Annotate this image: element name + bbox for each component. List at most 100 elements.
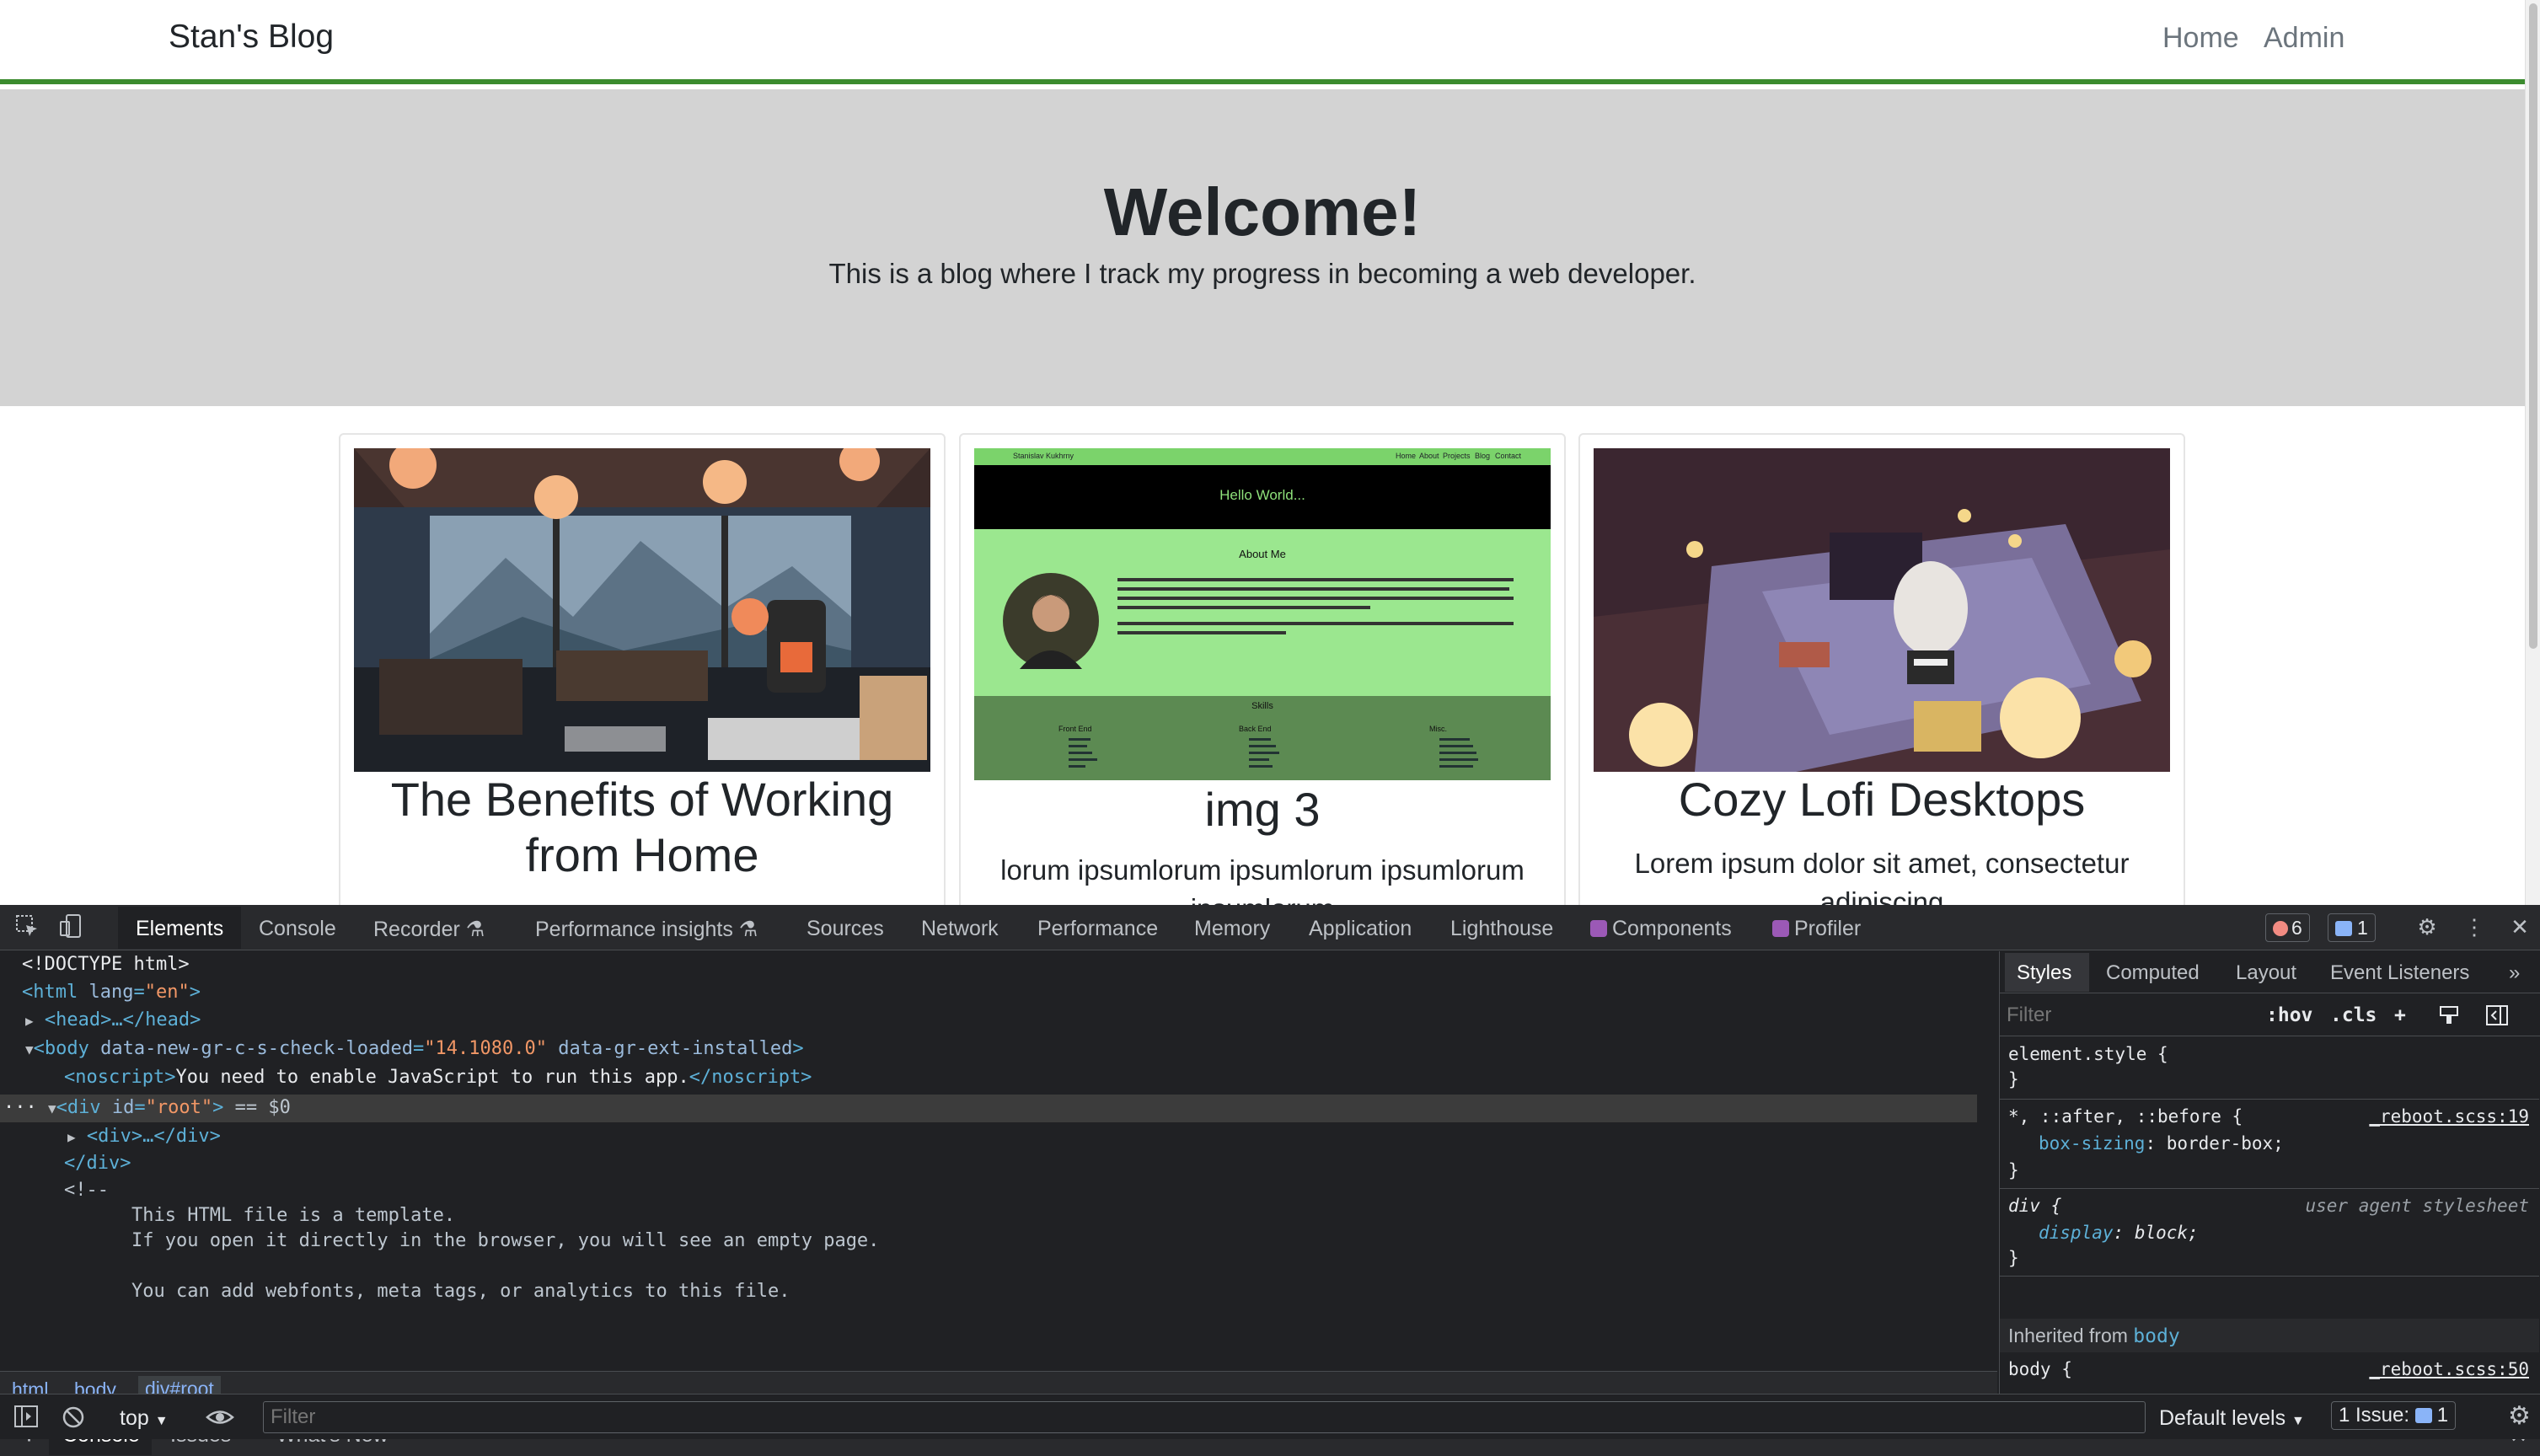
collapse-triangle-icon[interactable]: ▼ xyxy=(25,1041,34,1057)
class-toggle-button[interactable]: .cls xyxy=(2330,1004,2377,1026)
style-rule-element-style[interactable]: element.style { } xyxy=(2000,1037,2539,1100)
comment-open: <!-- xyxy=(64,1180,109,1201)
tab-sources[interactable]: Sources xyxy=(806,917,884,941)
hover-state-button[interactable]: :hov xyxy=(2266,1004,2312,1026)
elements-dom-tree: <!DOCTYPE html> <html lang="en"> ▶ <head… xyxy=(0,951,1980,1371)
tab-performance-insights[interactable]: Performance insights ⚗ xyxy=(535,917,758,942)
dom-child-div-node[interactable]: ▶ <div>…</div> xyxy=(67,1123,221,1150)
live-expression-eye-icon[interactable] xyxy=(206,1405,234,1434)
message-count-badge[interactable]: 1 xyxy=(2328,913,2376,942)
context-value: top xyxy=(120,1406,149,1430)
add-rule-icon[interactable]: + xyxy=(2394,1004,2406,1026)
flask-icon: ⚗ xyxy=(738,918,758,941)
tab-elements[interactable]: Elements xyxy=(136,917,223,941)
more-tabs-chevron-icon[interactable]: » xyxy=(2509,961,2520,985)
dom-comment-line-1: This HTML file is a template. xyxy=(131,1202,455,1229)
hero-title: Welcome! xyxy=(1103,174,1422,249)
collapse-triangle-icon[interactable]: ▼ xyxy=(48,1100,56,1116)
issues-label: 1 Issue: xyxy=(2339,1404,2410,1427)
context-selector[interactable]: top ▼ xyxy=(120,1406,169,1431)
rule-3-close: } xyxy=(2008,1248,2019,1268)
tab-performance[interactable]: Performance xyxy=(1037,917,1158,941)
devtools-tabbar: Elements Console Recorder ⚗ Performance … xyxy=(0,905,2540,950)
screenshot-skill-col-3: Misc. xyxy=(1429,725,1447,733)
console-settings-gear-icon[interactable]: ⚙ xyxy=(2508,1401,2531,1431)
error-count: 6 xyxy=(2291,917,2302,939)
brand-logo[interactable]: Stan's Blog xyxy=(169,19,334,56)
tab-lighthouse[interactable]: Lighthouse xyxy=(1450,917,1553,941)
tab-components[interactable]: Components xyxy=(1590,917,1732,941)
html-open-tag: <html xyxy=(22,982,78,1003)
page-scrollbar-thumb[interactable] xyxy=(2529,3,2537,649)
dom-html-node[interactable]: <html lang="en"> xyxy=(22,979,201,1006)
body-attr-1: data-new-gr-c-s-check-loaded xyxy=(100,1038,413,1059)
rule-2-value: border-box; xyxy=(2166,1133,2284,1154)
ellipsis-icon[interactable]: ··· xyxy=(3,1097,37,1118)
expand-triangle-icon[interactable]: ▶ xyxy=(25,1013,34,1029)
tab-computed[interactable]: Computed xyxy=(2106,961,2200,985)
style-rule-universal[interactable]: *, ::after, ::before { _reboot.scss:19 b… xyxy=(2000,1100,2539,1189)
react-icon xyxy=(1772,920,1789,937)
blog-card-2[interactable]: Stanislav Kukhrny Home About Projects Bl… xyxy=(959,433,1566,905)
blog-card-3[interactable]: Cozy Lofi Desktops Lorem ipsum dolor sit… xyxy=(1578,433,2185,905)
tab-profiler[interactable]: Profiler xyxy=(1772,917,1861,941)
devtools-panel: Elements Console Recorder ⚗ Performance … xyxy=(0,905,2540,1456)
card-3-title[interactable]: Cozy Lofi Desktops xyxy=(1580,772,2184,827)
dom-root-div-node[interactable]: ··· ▼<div id="root"> == $0 xyxy=(3,1095,291,1121)
error-count-badge[interactable]: 6 xyxy=(2265,913,2310,942)
blog-card-1[interactable]: The Benefits of Working from Home xyxy=(339,433,946,905)
nav-home-link[interactable]: Home xyxy=(2162,22,2239,55)
screenshot-skill-lists xyxy=(1069,738,1478,768)
dom-noscript-node[interactable]: <noscript>You need to enable JavaScript … xyxy=(64,1064,812,1091)
card-2-title[interactable]: img 3 xyxy=(961,782,1564,838)
rule-1-selector: element.style { xyxy=(2008,1044,2168,1064)
clear-console-icon[interactable] xyxy=(61,1405,86,1434)
screenshot-hello: Hello World... xyxy=(1219,487,1305,503)
nav-admin-link[interactable]: Admin xyxy=(2264,22,2344,55)
dom-comment-open[interactable]: <!-- xyxy=(64,1177,109,1204)
tab-profiler-label: Profiler xyxy=(1794,917,1862,940)
dom-close-div[interactable]: </div> xyxy=(64,1150,131,1177)
tab-recorder[interactable]: Recorder ⚗ xyxy=(373,917,485,942)
styles-filter-input[interactable] xyxy=(2007,1001,2243,1030)
tab-event-listeners[interactable]: Event Listeners xyxy=(2330,961,2469,985)
console-filter-input[interactable] xyxy=(263,1401,2146,1433)
issues-badge[interactable]: 1 Issue: 1 xyxy=(2331,1401,2457,1430)
screenshot-hero: Hello World... xyxy=(974,465,1551,529)
tab-application[interactable]: Application xyxy=(1309,917,1412,941)
page-scrollbar[interactable] xyxy=(2525,0,2540,905)
rule-2-declaration[interactable]: box-sizing: border-box; xyxy=(2039,1130,2284,1157)
dom-body-node[interactable]: ▼<body data-new-gr-c-s-check-loaded="14.… xyxy=(25,1036,804,1063)
device-toolbar-icon[interactable] xyxy=(57,913,84,940)
dom-head-node[interactable]: ▶ <head>…</head> xyxy=(25,1007,201,1034)
more-options-icon[interactable]: ⋮ xyxy=(2461,913,2488,940)
inspect-element-icon[interactable] xyxy=(13,913,40,940)
dom-comment-line-2: If you open it directly in the browser, … xyxy=(131,1228,879,1255)
tab-layout[interactable]: Layout xyxy=(2236,961,2296,985)
rule-2-source-link[interactable]: _reboot.scss:19 xyxy=(2369,1103,2529,1130)
paint-brush-icon[interactable] xyxy=(2438,1004,2460,1031)
sidebar-toggle-icon[interactable] xyxy=(13,1405,39,1432)
card-1-title[interactable]: The Benefits of Working from Home xyxy=(340,772,944,883)
rule-1-close: } xyxy=(2008,1069,2019,1089)
root-id-attr: id xyxy=(111,1097,135,1118)
screenshot-avatar xyxy=(1003,573,1099,669)
rule-4-source-link[interactable]: _reboot.scss:50 xyxy=(2369,1356,2529,1383)
tab-memory[interactable]: Memory xyxy=(1194,917,1270,941)
tab-console[interactable]: Console xyxy=(259,917,336,941)
tab-network[interactable]: Network xyxy=(921,917,999,941)
inherited-from-link[interactable]: body xyxy=(2133,1325,2179,1347)
toggle-sidebar-icon[interactable] xyxy=(2485,1004,2509,1031)
tab-styles[interactable]: Styles xyxy=(2017,961,2071,985)
close-devtools-icon[interactable]: ✕ xyxy=(2506,913,2533,940)
issue-icon xyxy=(2414,1408,2432,1423)
rule-2-close: } xyxy=(2008,1160,2019,1180)
style-rule-div[interactable]: div { user agent stylesheet display: blo… xyxy=(2000,1189,2539,1277)
rule-2-selector: *, ::after, ::before { xyxy=(2008,1106,2243,1127)
console-toolbar: top ▼ Default levels ▼ 1 Issue: 1 ⚙ xyxy=(0,1394,2540,1439)
settings-gear-icon[interactable]: ⚙ xyxy=(2414,913,2441,940)
card-image-website-screenshot: Stanislav Kukhrny Home About Projects Bl… xyxy=(974,448,1551,780)
log-levels-dropdown[interactable]: Default levels ▼ xyxy=(2159,1406,2305,1431)
expand-triangle-icon[interactable]: ▶ xyxy=(67,1129,76,1145)
dom-doctype[interactable]: <!DOCTYPE html> xyxy=(22,951,190,978)
